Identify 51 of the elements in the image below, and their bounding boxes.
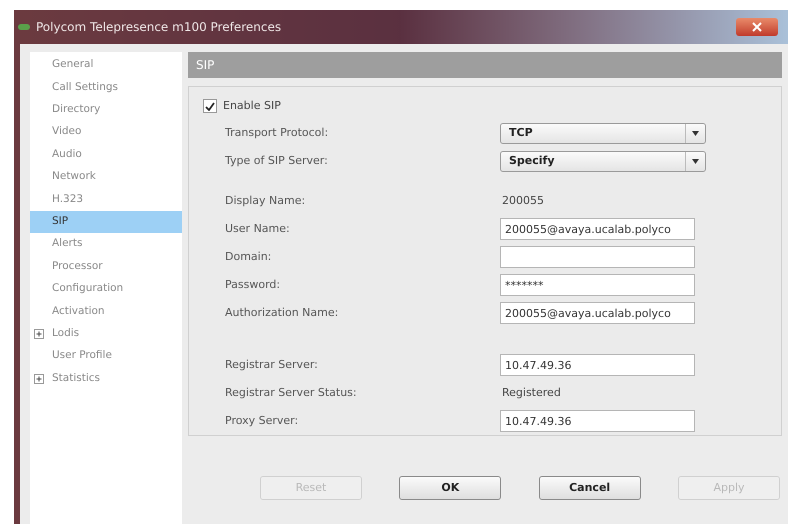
caret-icon xyxy=(692,158,699,164)
sidebar-item[interactable]: Video xyxy=(30,121,182,144)
expand-icon[interactable] xyxy=(34,328,44,339)
field-value: Registered xyxy=(501,384,561,401)
text-field[interactable]: 10.47.49.36 xyxy=(500,410,695,432)
checkmark-icon xyxy=(205,102,215,110)
app-icon xyxy=(18,24,30,30)
field-label: Registrar Server: xyxy=(225,356,319,373)
sidebar-item[interactable]: Processor xyxy=(30,256,182,278)
field-label: User Name: xyxy=(225,220,291,237)
sidebar-item[interactable]: Lodis xyxy=(30,322,182,346)
sidebar-item[interactable]: H.323 xyxy=(30,188,182,211)
dialog-button[interactable]: OK xyxy=(399,476,502,500)
field-label: Password: xyxy=(225,276,282,293)
field-label: Proxy Server: xyxy=(225,412,300,429)
field-label: Authorization Name: xyxy=(225,304,340,321)
field-value: 200055 xyxy=(501,192,544,209)
field-label: Display Name: xyxy=(225,192,306,209)
expand-icon[interactable] xyxy=(34,374,44,384)
dropdown[interactable]: Specify xyxy=(500,150,706,172)
field-label: Registrar Server Status: xyxy=(225,384,358,401)
sidebar-item[interactable]: Activation xyxy=(30,300,182,323)
sidebar-item[interactable]: User Profile xyxy=(30,345,182,368)
field-label: Domain: xyxy=(225,248,272,265)
text-field[interactable]: 200055@avaya.ucalab.polyco xyxy=(500,218,695,240)
dropdown[interactable]: TCP xyxy=(500,122,706,144)
sidebar-item[interactable]: SIP xyxy=(30,210,182,234)
sidebar-item[interactable]: Call Settings xyxy=(30,76,182,99)
sidebar-item[interactable]: Statistics xyxy=(30,367,182,390)
window-title: Polycom Telepresence m100 Preferences xyxy=(36,19,282,36)
caret-icon xyxy=(692,130,699,136)
sidebar-item[interactable]: Network xyxy=(30,166,182,188)
sidebar-item[interactable]: Audio xyxy=(30,144,182,166)
text-field[interactable]: 10.47.49.36 xyxy=(500,354,695,376)
sidebar-item[interactable]: Alerts xyxy=(30,233,182,256)
field-label: Transport Protocol: xyxy=(225,124,330,141)
dropdown-value: TCP xyxy=(508,124,534,141)
checkbox-label: Enable SIP xyxy=(223,98,281,114)
sidebar-item[interactable]: Configuration xyxy=(30,278,182,300)
dialog-button[interactable]: Cancel xyxy=(538,476,641,500)
checkbox[interactable] xyxy=(203,99,217,113)
panel-header: SIP xyxy=(188,52,782,78)
sidebar-item[interactable]: General xyxy=(30,54,182,76)
dropdown-value: Specify xyxy=(508,152,556,169)
close-button[interactable] xyxy=(736,18,778,36)
text-field[interactable] xyxy=(500,246,695,268)
text-field[interactable]: ******* xyxy=(500,274,695,296)
close-icon xyxy=(752,22,762,32)
sidebar-item[interactable]: Directory xyxy=(30,98,182,122)
field-label: Type of SIP Server: xyxy=(225,152,329,169)
text-field[interactable]: 200055@avaya.ucalab.polyco xyxy=(500,302,695,324)
